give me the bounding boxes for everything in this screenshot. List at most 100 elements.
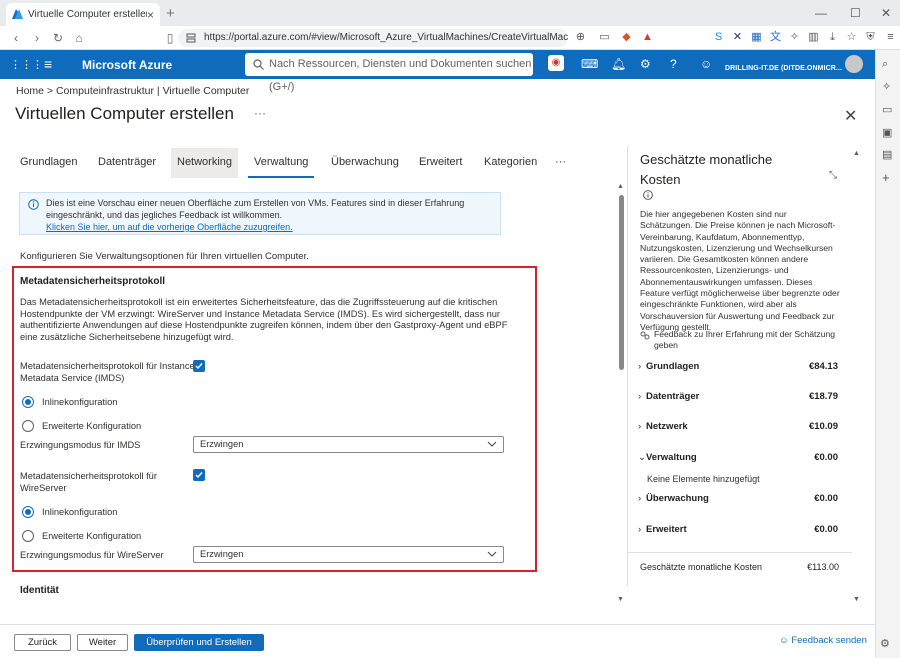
imds-mode-select[interactable]: Erzwingen xyxy=(193,436,504,453)
read-mode-icon[interactable]: ▭ xyxy=(598,31,611,44)
favorites-icon[interactable]: ☆ xyxy=(845,31,858,44)
brave-shield-icon[interactable]: ◆ xyxy=(620,31,633,44)
tab-grundlagen[interactable]: Grundlagen xyxy=(14,148,84,178)
radio-label: Inlinekonfiguration xyxy=(42,507,118,517)
cost-feedback-link[interactable]: Feedback zu Ihrer Erfahrung mit der Schä… xyxy=(640,329,840,352)
chevron-right-icon: › xyxy=(638,524,642,535)
imds-checkbox[interactable] xyxy=(193,360,205,372)
media-sidebar-icon[interactable]: ▭ xyxy=(882,103,892,116)
scroll-down-icon[interactable]: ▼ xyxy=(617,596,624,603)
cost-scroll-down-icon[interactable]: ▼ xyxy=(853,596,860,603)
scroll-up-icon[interactable]: ▲ xyxy=(617,183,624,190)
zoom-icon[interactable]: ⊕ xyxy=(574,31,587,44)
imds-radio-inline[interactable]: Inlinekonfiguration xyxy=(22,396,117,408)
cost-row-erweitert[interactable]: › Erweitert €0.00 xyxy=(638,524,838,535)
maximize-icon[interactable]: ☐ xyxy=(850,6,861,20)
more-actions-icon[interactable]: ··· xyxy=(254,106,266,120)
minimize-icon[interactable]: — xyxy=(815,6,827,20)
cost-row-netzwerk[interactable]: › Netzwerk €10.09 xyxy=(638,421,838,432)
menu-icon[interactable]: ≡ xyxy=(884,31,897,44)
shield-icon[interactable]: ⛨ xyxy=(864,31,877,44)
send-feedback-link[interactable]: ☺ Feedback senden xyxy=(779,635,867,646)
avatar[interactable] xyxy=(845,55,863,73)
extension-x-icon[interactable]: ✕ xyxy=(731,31,744,44)
cost-total-label: Geschätzte monatliche Kosten xyxy=(640,562,763,572)
new-tab-icon[interactable]: + xyxy=(166,5,175,22)
notifications-icon[interactable]: 🔔︎ xyxy=(611,57,626,71)
wireserver-radio-inline[interactable]: Inlinekonfiguration xyxy=(22,506,117,518)
select-value: Erzwingen xyxy=(200,439,244,449)
cost-scroll-up-icon[interactable]: ▲ xyxy=(853,150,860,157)
info-icon[interactable] xyxy=(643,190,653,200)
next-button[interactable]: Weiter xyxy=(77,634,128,651)
cost-row-ueberwachung[interactable]: › Überwachung €0.00 xyxy=(638,493,838,504)
close-blade-icon[interactable]: ✕ xyxy=(844,106,857,126)
search-sidebar-icon[interactable]: ⌕ xyxy=(882,58,888,71)
radio-label: Inlinekonfiguration xyxy=(42,397,118,407)
tab-networking[interactable]: Networking xyxy=(171,148,239,178)
chevron-right-icon: › xyxy=(638,391,642,402)
preview-info-banner: Dies ist eine Vorschau einer neuen Oberf… xyxy=(19,192,501,235)
tab-kategorien[interactable]: Kategorien xyxy=(478,148,543,178)
browser-tab[interactable]: Virtuelle Computer erstellen - I × xyxy=(6,3,160,26)
bookmark-icon[interactable]: ▯ xyxy=(161,31,179,45)
extensions-icon[interactable]: ✧ xyxy=(788,31,801,44)
wireserver-label: Metadatensicherheitsprotokoll für WireSe… xyxy=(20,471,157,493)
collapse-panel-icon[interactable]: ⤡ xyxy=(829,170,837,181)
back-icon[interactable]: ‹ xyxy=(7,31,25,45)
back-button[interactable]: Zurück xyxy=(14,634,71,651)
cost-row-datentraeger[interactable]: › Datenträger €18.79 xyxy=(638,391,838,402)
forward-icon[interactable]: › xyxy=(28,31,46,45)
browser-tab-bar: Virtuelle Computer erstellen - I × + — ☐… xyxy=(0,0,900,26)
extension-grid-icon[interactable]: ▦ xyxy=(750,31,763,44)
feedback-icon[interactable]: ☺ xyxy=(700,57,712,71)
translate-icon[interactable]: 文 xyxy=(769,31,782,44)
brave-rewards-icon[interactable]: ▲ xyxy=(641,31,654,44)
chevron-right-icon: › xyxy=(638,493,642,504)
tab-more[interactable]: ··· xyxy=(549,148,572,178)
window-close-icon[interactable]: ✕ xyxy=(881,6,891,20)
cost-row-name: Überwachung xyxy=(646,493,709,504)
downloads-icon[interactable]: ⤓ xyxy=(826,31,839,44)
identity-section-title: Identität xyxy=(20,585,59,596)
settings-icon[interactable]: ⚙ xyxy=(880,637,890,650)
imds-radio-advanced[interactable]: Erweiterte Konfiguration xyxy=(22,420,141,432)
breadcrumb[interactable]: Home > Computeinfrastruktur | Virtuelle … xyxy=(16,85,249,97)
tab-ueberwachung[interactable]: Überwachung xyxy=(325,148,405,178)
tenant-name[interactable]: DRILLING-IT.DE (DITDE.ONMICR... xyxy=(725,65,842,72)
add-sidebar-icon[interactable]: + xyxy=(882,170,890,185)
help-icon[interactable]: ? xyxy=(670,57,677,71)
wireserver-radio-advanced[interactable]: Erweiterte Konfiguration xyxy=(22,530,141,542)
wallet-sidebar-icon[interactable]: ▣ xyxy=(882,126,892,139)
home-icon[interactable]: ⌂ xyxy=(70,31,88,45)
close-tab-icon[interactable]: × xyxy=(147,8,154,22)
notes-sidebar-icon[interactable]: ▤ xyxy=(882,148,892,161)
copilot-icon[interactable]: ◉ xyxy=(548,55,564,71)
portal-menu-icon[interactable]: ≡ xyxy=(44,56,52,72)
split-screen-icon[interactable]: ▥ xyxy=(807,31,820,44)
reload-icon[interactable]: ↻ xyxy=(49,31,67,45)
tab-erweitert[interactable]: Erweitert xyxy=(413,148,468,178)
site-info-icon[interactable] xyxy=(186,33,196,43)
review-create-button[interactable]: Überprüfen und Erstellen xyxy=(134,634,264,651)
info-icon xyxy=(28,199,39,210)
address-bar-row: ‹ › ↻ ⌂ ▯ https://portal.azure.com/#view… xyxy=(0,26,900,50)
azure-brand[interactable]: Microsoft Azure xyxy=(82,58,172,72)
global-search-input[interactable]: Nach Ressourcen, Diensten und Dokumenten… xyxy=(245,53,533,93)
copilot-sidebar-icon[interactable]: ✧ xyxy=(882,80,891,93)
previous-experience-link[interactable]: Klicken Sie hier, um auf die vorherige O… xyxy=(46,222,293,232)
wireserver-checkbox[interactable] xyxy=(193,469,205,481)
wireserver-mode-select[interactable]: Erzwingen xyxy=(193,546,504,563)
extension-sync-icon[interactable]: S xyxy=(712,31,725,44)
app-launcher-icon[interactable]: ⋮⋮⋮ xyxy=(10,58,43,71)
settings-icon[interactable]: ⚙ xyxy=(640,57,651,71)
azure-logo-icon xyxy=(12,9,23,19)
tab-datentraeger[interactable]: Datenträger xyxy=(92,148,162,178)
cost-row-grundlagen[interactable]: › Grundlagen €84.13 xyxy=(638,361,838,372)
tab-verwaltung[interactable]: Verwaltung xyxy=(248,148,315,178)
main-scrollbar[interactable] xyxy=(619,195,624,370)
cost-row-value: €10.09 xyxy=(808,421,838,432)
cost-row-verwaltung[interactable]: ⌄ Verwaltung €0.00 xyxy=(638,452,838,463)
cloud-shell-icon[interactable]: ⌨ xyxy=(581,57,598,71)
url-field[interactable]: https://portal.azure.com/#view/Microsoft… xyxy=(178,29,568,47)
